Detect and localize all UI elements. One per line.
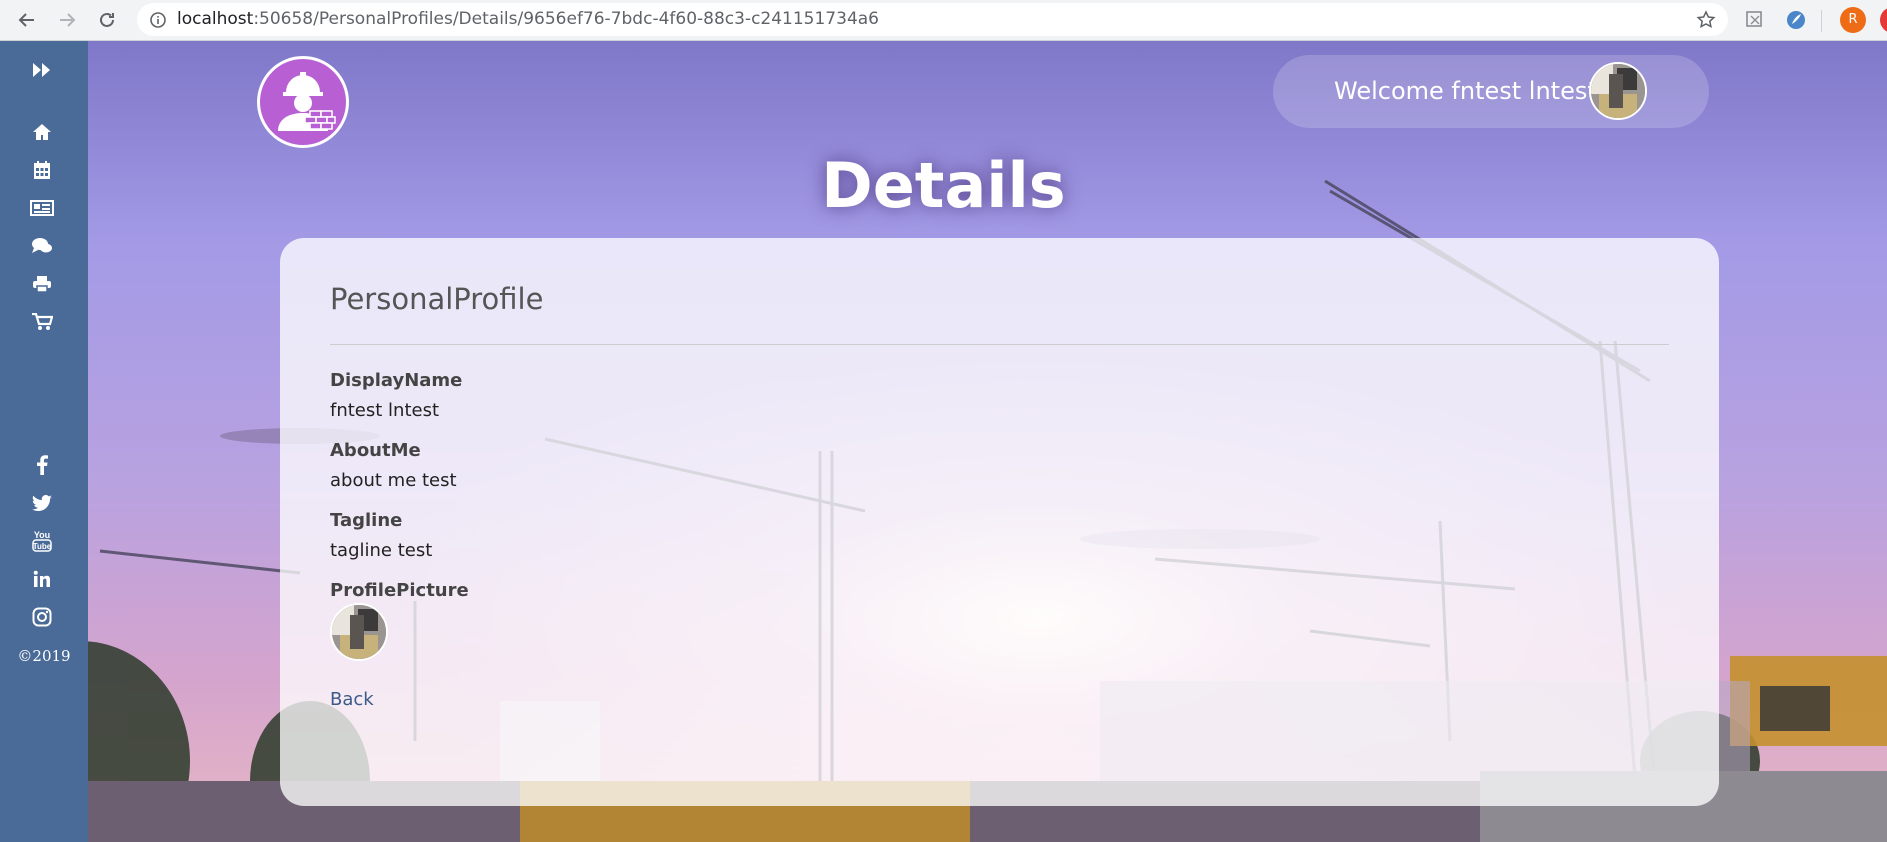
back-arrow-icon[interactable] <box>12 5 42 35</box>
print-icon[interactable] <box>26 271 58 297</box>
home-icon[interactable] <box>26 119 58 145</box>
field-label-tagline: Tagline <box>330 510 403 531</box>
details-card: PersonalProfile DisplayName fntest lntes… <box>280 238 1719 806</box>
profile-avatar[interactable]: R <box>1840 7 1866 33</box>
toolbar-divider <box>1821 10 1822 32</box>
field-value-aboutme: about me test <box>330 470 457 491</box>
field-label-aboutme: AboutMe <box>330 440 421 461</box>
forward-arrow-icon[interactable] <box>52 5 82 35</box>
twitter-icon[interactable] <box>26 490 58 516</box>
welcome-pill: Welcome fntest lntest <box>1273 55 1709 128</box>
star-icon[interactable] <box>1696 10 1716 34</box>
browser-toolbar: localhost:50658/PersonalProfiles/Details… <box>0 0 1887 41</box>
url-path: :50658/PersonalProfiles/Details/9656ef76… <box>253 9 879 29</box>
extension-icon[interactable] <box>1785 9 1807 35</box>
youtube-icon[interactable]: You Tube <box>26 528 58 554</box>
cart-icon[interactable] <box>26 309 58 335</box>
card-heading: PersonalProfile <box>330 282 544 316</box>
field-label-profilepicture: ProfilePicture <box>330 580 469 601</box>
back-link[interactable]: Back <box>330 689 374 710</box>
copyright-text: ©2019 <box>17 647 71 665</box>
profile-picture <box>330 603 388 661</box>
welcome-text: Welcome fntest lntest <box>1334 77 1597 105</box>
reload-icon[interactable] <box>92 5 122 35</box>
field-label-displayname: DisplayName <box>330 370 463 391</box>
comments-icon[interactable] <box>26 233 58 259</box>
field-value-tagline: tagline test <box>330 540 433 561</box>
user-avatar[interactable] <box>1589 62 1647 120</box>
field-value-displayname: fntest lntest <box>330 400 440 421</box>
extension-icon[interactable] <box>1745 9 1765 33</box>
info-icon[interactable] <box>149 11 167 33</box>
linkedin-icon[interactable] <box>26 566 58 592</box>
page-title: Details <box>821 149 1066 222</box>
site-logo[interactable] <box>257 56 349 148</box>
expand-icon[interactable] <box>26 57 58 83</box>
instagram-icon[interactable] <box>26 604 58 630</box>
notification-icon[interactable] <box>1880 7 1887 33</box>
divider <box>330 344 1669 345</box>
page-viewport: You Tube ©2019 Welcome fntest lntest Det… <box>0 41 1887 842</box>
address-bar[interactable]: localhost:50658/PersonalProfiles/Details… <box>137 3 1728 36</box>
facebook-icon[interactable] <box>26 452 58 478</box>
construction-worker-icon <box>278 72 336 131</box>
url-text: localhost:50658/PersonalProfiles/Details… <box>177 3 879 36</box>
svg-text:You: You <box>34 530 50 540</box>
url-host: localhost <box>177 9 254 29</box>
svg-text:Tube: Tube <box>33 542 52 551</box>
